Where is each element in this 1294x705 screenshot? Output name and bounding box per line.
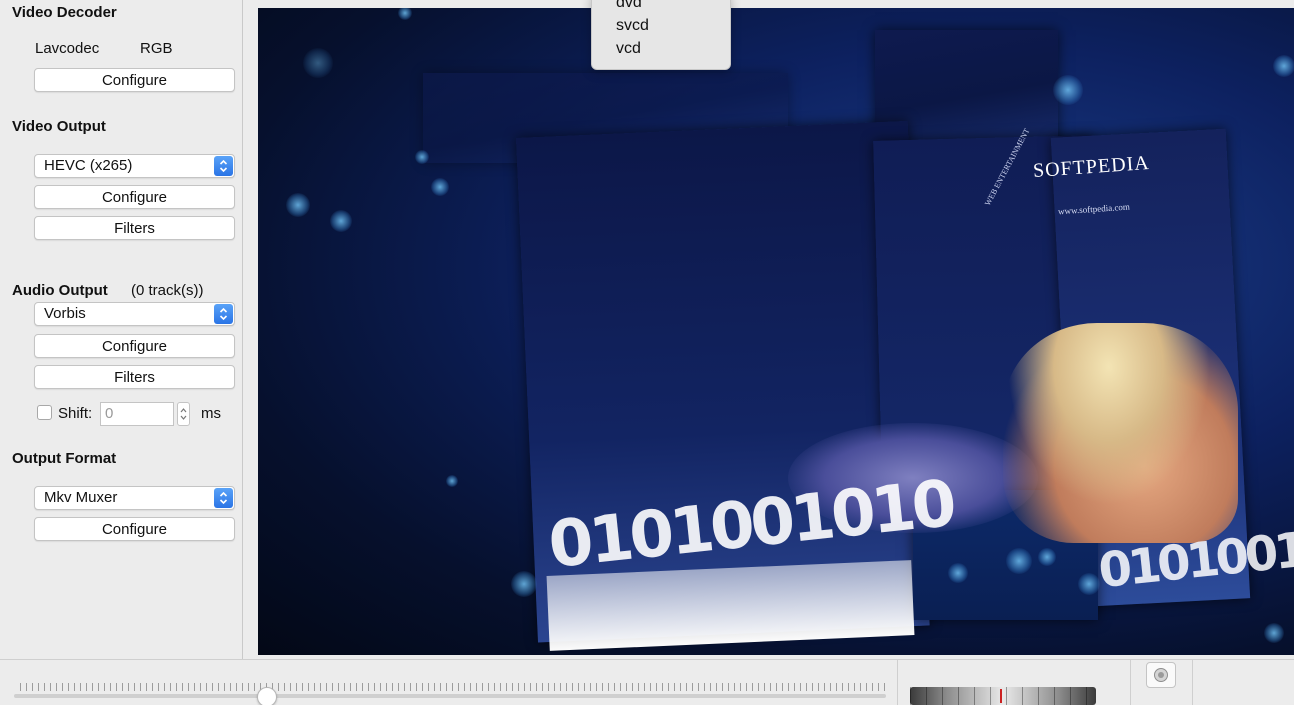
format-dropdown-menu: dvd svcd vcd [591, 0, 731, 70]
video-output-configure-button[interactable]: Configure [34, 185, 235, 209]
audio-output-filters-button[interactable]: Filters [34, 365, 235, 389]
speaker-icon [1154, 668, 1168, 682]
bokeh-dot [398, 8, 412, 20]
output-muxer-selected: Mkv Muxer [44, 489, 118, 506]
timeline-ticks [20, 683, 885, 691]
timeline-track[interactable] [14, 694, 886, 698]
bokeh-dot [1006, 548, 1032, 574]
bokeh-dot [446, 475, 458, 487]
bokeh-dot [303, 48, 333, 78]
portrait-face [1003, 323, 1238, 543]
audio-track-count: (0 track(s)) [131, 282, 204, 299]
playback-bar [0, 659, 1294, 705]
cover-white-band [546, 560, 915, 651]
video-decoder-title: Video Decoder [12, 4, 117, 21]
select-arrows-icon [214, 304, 233, 324]
output-format-title: Output Format [12, 450, 117, 467]
video-output-filters-button[interactable]: Filters [34, 216, 235, 240]
decoder-color-space: RGB [140, 40, 173, 57]
audio-output-configure-button[interactable]: Configure [34, 334, 235, 358]
audio-shift-input[interactable]: 0 [100, 402, 174, 426]
audio-codec-selected: Vorbis [44, 305, 86, 322]
decoder-name: Lavcodec [35, 40, 100, 57]
audio-output-title: Audio Output [12, 282, 108, 299]
bokeh-dot [1078, 573, 1100, 595]
video-decoder-configure-button[interactable]: Configure [34, 68, 235, 92]
jog-wheel-grooves [910, 687, 1096, 705]
output-format-configure-button[interactable]: Configure [34, 517, 235, 541]
jog-wheel-marker [1000, 689, 1002, 703]
select-arrows-icon [214, 488, 233, 508]
video-codec-select[interactable]: HEVC (x265) [34, 154, 235, 178]
bokeh-dot [948, 563, 968, 583]
bokeh-dot [1273, 55, 1294, 77]
audio-shift-checkbox[interactable] [37, 405, 52, 420]
volume-button[interactable] [1146, 662, 1176, 688]
video-codec-selected: HEVC (x265) [44, 157, 133, 174]
timeline-thumb[interactable] [256, 687, 277, 705]
video-preview: 0101001010 0101001010 SOFTPEDIA www.soft… [258, 8, 1294, 655]
bokeh-dot [286, 193, 310, 217]
bokeh-dot [1264, 623, 1284, 643]
settings-sidebar: Video Decoder Lavcodec RGB Configure Vid… [0, 0, 243, 659]
dropdown-option-svcd[interactable]: svcd [616, 17, 649, 35]
divider [1130, 660, 1131, 705]
audio-codec-select[interactable]: Vorbis [34, 302, 235, 326]
select-arrows-icon [214, 156, 233, 176]
divider [897, 660, 898, 705]
bokeh-dot [431, 178, 449, 196]
dropdown-option-vcd[interactable]: vcd [616, 40, 641, 58]
audio-shift-label: Shift: [58, 405, 93, 422]
bokeh-dot [511, 571, 537, 597]
audio-shift-stepper[interactable] [177, 402, 190, 426]
audio-shift-unit: ms [201, 405, 221, 422]
divider [1192, 660, 1193, 705]
bokeh-dot [1053, 75, 1083, 105]
bokeh-dot [1038, 548, 1056, 566]
video-output-title: Video Output [12, 118, 106, 135]
bokeh-dot [330, 210, 352, 232]
bokeh-dot [415, 150, 429, 164]
dropdown-option-dvd[interactable]: dvd [616, 0, 642, 12]
output-muxer-select[interactable]: Mkv Muxer [34, 486, 235, 510]
